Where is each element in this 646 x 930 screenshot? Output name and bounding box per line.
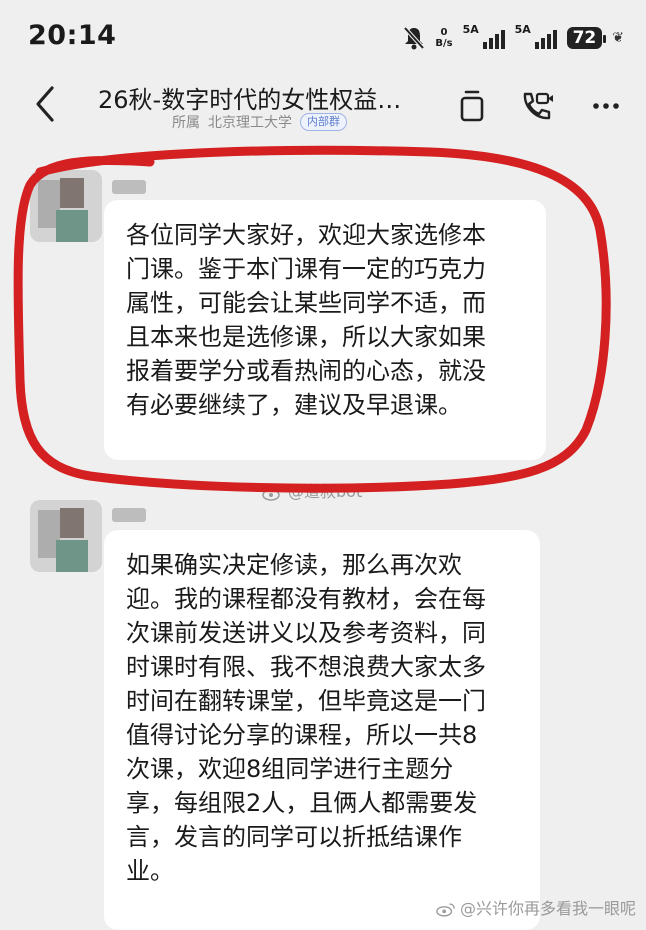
message-line: 迎。我的课程都没有教材，会在每	[126, 585, 486, 613]
message-bubble[interactable]: 如果确实决定修读，那么再次欢 迎。我的课程都没有教材，会在每 次课前发送讲义以及…	[104, 530, 540, 930]
watermark-bottom: @兴许你再多看我一眼呢	[436, 895, 636, 919]
notes-icon[interactable]	[452, 86, 492, 126]
message-line: 次课前发送讲义以及参考资料，同	[126, 619, 486, 647]
status-time: 20:14	[28, 20, 117, 51]
chat-title[interactable]: 26秋-数字时代的女性权益…	[98, 80, 401, 115]
message-line: 属性，可能会让某些同学不适，而	[126, 289, 486, 317]
weibo-icon	[262, 485, 283, 501]
message-line: 如果确实决定修读，那么再次欢	[126, 551, 462, 579]
message-line: 业。	[126, 857, 174, 885]
message-line: 时间在翻转课堂，但毕竟这是一门	[126, 687, 486, 715]
weibo-icon	[436, 903, 455, 917]
group-badge: 内部群	[300, 113, 347, 131]
more-icon[interactable]	[586, 86, 626, 126]
message-line: 门课。鉴于本门课有一定的巧克力	[126, 255, 486, 283]
back-icon[interactable]	[30, 82, 60, 126]
net-speed: 0 B/s	[435, 27, 453, 49]
watermark-middle: @道叔bot	[262, 478, 362, 502]
sender-avatar[interactable]	[30, 170, 102, 242]
message-line: 享，每组限2人，且俩人都需要发	[126, 789, 478, 817]
leaf-icon: ❦	[612, 30, 624, 46]
battery-icon: 72	[566, 27, 606, 49]
message-line: 有必要继续了，建议及早退课。	[126, 391, 462, 419]
mute-icon	[403, 26, 425, 50]
signal-icon: 5A	[463, 23, 505, 49]
message-bubble[interactable]: 各位同学大家好，欢迎大家选修本 门课。鉴于本门课有一定的巧克力 属性，可能会让某…	[104, 200, 546, 460]
chat-subtitle: 所属 北京理工大学 内部群	[172, 112, 347, 132]
status-bar: 20:14 0 B/s 5A 5A 72 ❦	[0, 0, 646, 72]
message-line: 时课时有限、我不想浪费大家太多	[126, 653, 486, 681]
message-line: 次课，欢迎8组同学进行主题分	[126, 755, 454, 783]
video-call-icon[interactable]	[516, 86, 556, 126]
status-icons: 0 B/s 5A 5A 72 ❦	[403, 22, 624, 54]
sender-avatar[interactable]	[30, 500, 102, 572]
message-line: 且本来也是选修课，所以大家如果	[126, 323, 486, 351]
message-line: 言，发言的同学可以折抵结课作	[126, 823, 462, 851]
message-line: 各位同学大家好，欢迎大家选修本	[126, 221, 486, 249]
chat-header: 26秋-数字时代的女性权益… 所属 北京理工大学 内部群	[0, 72, 646, 144]
sender-name-blurred	[112, 508, 146, 522]
message-line: 值得讨论分享的课程，所以一共8	[126, 721, 478, 749]
affiliation-name: 北京理工大学	[208, 115, 292, 131]
message-line: 报着要学分或看热闹的心态，就没	[126, 357, 486, 385]
sender-name-blurred	[112, 180, 146, 194]
signal-icon: 5A	[515, 23, 557, 49]
affiliation-prefix: 所属	[172, 115, 200, 131]
